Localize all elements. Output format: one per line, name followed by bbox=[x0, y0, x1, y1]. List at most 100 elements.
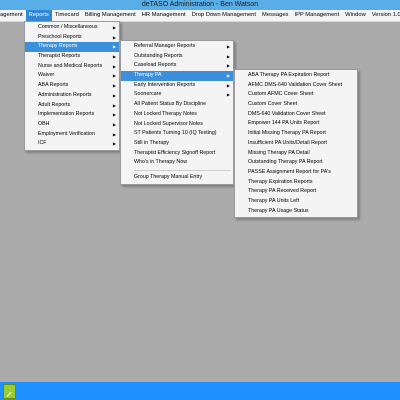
menu-item-not-locked-supervisor-notes[interactable]: Not Locked Supervisor Notes bbox=[121, 120, 233, 130]
chevron-right-icon: ▶ bbox=[226, 44, 230, 49]
menu-item-passe-assignment[interactable]: PASSE Assignment Report for PA's bbox=[235, 168, 357, 178]
menu-item-label: Therapy Expiration Reports bbox=[248, 178, 313, 185]
chevron-right-icon: ▶ bbox=[112, 83, 116, 89]
menu-item-label: Not Locked Supervisor Notes bbox=[134, 120, 203, 127]
menu-item-label: Therapist Reports bbox=[38, 53, 81, 60]
menu-item-pa-received[interactable]: Therapy PA Received Report bbox=[235, 187, 357, 197]
menu-reports[interactable]: Reports bbox=[25, 10, 52, 21]
menu-item-caseload-reports[interactable]: Caseload Reports ▶ bbox=[121, 61, 233, 71]
menu-item-label: Outstanding Reports bbox=[134, 52, 183, 59]
menu-item-label: Therapist Efficiency Signoff Report bbox=[134, 149, 216, 156]
menu-item-therapy-expiration[interactable]: Therapy Expiration Reports bbox=[235, 178, 357, 188]
menu-item-label: Custom AFMC Cover Sheet bbox=[248, 91, 314, 98]
menu-item-soonercare[interactable]: Soonercare ▶ bbox=[121, 90, 233, 100]
menu-item-label: Implementation Reports bbox=[38, 111, 95, 118]
chevron-right-icon: ▶ bbox=[112, 25, 116, 30]
menu-item-still-in-therapy[interactable]: Still in Therapy bbox=[121, 139, 233, 149]
menu-item-pa-usage-status[interactable]: Therapy PA Usage Status bbox=[235, 207, 357, 217]
chevron-right-icon: ▶ bbox=[112, 131, 116, 137]
menu-item-label: All Patient Status By Discipline bbox=[134, 101, 207, 108]
menu-item-implementation-reports[interactable]: Implementation Reports ▶ bbox=[25, 110, 119, 120]
menu-item-label: ST Patients Turning 10 (IQ Testing) bbox=[134, 130, 217, 137]
menu-item-label: Not Locked Therapy Notes bbox=[134, 110, 197, 117]
menu-item-label: Common / Miscellaneous bbox=[38, 24, 98, 30]
menu-separator bbox=[134, 169, 231, 171]
menu-item-afmc-dms640-cover[interactable]: AFMC DMS-640 Validation Cover Sheet bbox=[235, 81, 357, 91]
menu-item-label: Therapy PA bbox=[134, 72, 162, 79]
chevron-right-icon: ▶ bbox=[226, 73, 230, 79]
menu-window[interactable]: Window bbox=[342, 10, 369, 21]
menu-item-therapist-efficiency-signoff[interactable]: Therapist Efficiency Signoff Report bbox=[121, 149, 233, 159]
menu-item-label: AFMC DMS-640 Validation Cover Sheet bbox=[248, 81, 343, 88]
menu-item-all-patient-status[interactable]: All Patient Status By Discipline bbox=[121, 100, 233, 110]
menu-item-label: Therapy Reports bbox=[38, 43, 78, 50]
chevron-right-icon: ▶ bbox=[112, 63, 116, 69]
menu-billing-management[interactable]: Billing Management bbox=[82, 10, 139, 21]
menu-item-label: Custom Cover Sheet bbox=[248, 101, 298, 108]
menu-item-insufficient-pa-units[interactable]: Insufficient PA Units/Detail Report bbox=[235, 139, 357, 149]
menu-item-label: DMS-640 Validation Cover Sheet bbox=[248, 110, 326, 117]
menu-item-whos-in-therapy-now[interactable]: Who's in Therapy Now bbox=[121, 158, 233, 168]
menu-item-dms640-cover[interactable]: DMS-640 Validation Cover Sheet bbox=[235, 110, 357, 120]
chevron-right-icon: ▶ bbox=[112, 34, 116, 40]
menu-item-label: Administration Reports bbox=[38, 91, 92, 98]
menu-item-early-intervention-reports[interactable]: Early Intervention Reports ▶ bbox=[121, 81, 233, 91]
menu-item-employment-verification[interactable]: Employment Verification ▶ bbox=[25, 130, 119, 140]
menu-item-st-patients-turning-10[interactable]: ST Patients Turning 10 (IQ Testing) bbox=[121, 129, 233, 139]
menu-item-label: Preschool Reports bbox=[38, 33, 82, 40]
chevron-right-icon: ▶ bbox=[112, 73, 116, 79]
menu-item-group-therapy-manual-entry[interactable]: Group Therapy Manual Entry bbox=[121, 173, 233, 183]
menu-item-label: Therapy PA Units Left bbox=[248, 197, 300, 204]
chevron-right-icon: ▶ bbox=[226, 92, 230, 98]
menu-item-label: Missing Therapy PA Detail bbox=[248, 149, 310, 156]
menu-item-icf[interactable]: ICF ▶ bbox=[25, 139, 119, 149]
menu-item-not-locked-therapy-notes[interactable]: Not Locked Therapy Notes bbox=[121, 110, 233, 120]
menu-timecard[interactable]: Timecard bbox=[52, 10, 82, 21]
menu-item-aba-reports[interactable]: ABA Reports ▶ bbox=[25, 81, 119, 91]
menu-item-label: Nurse and Medical Reports bbox=[38, 62, 103, 69]
menu-item-label: Employment Verification bbox=[38, 130, 95, 137]
menu-item-adult-reports[interactable]: Adult Reports ▶ bbox=[25, 101, 119, 111]
menu-item-custom-afmc-cover[interactable]: Custom AFMC Cover Sheet bbox=[235, 90, 357, 100]
chevron-right-icon: ▶ bbox=[112, 121, 116, 127]
chevron-right-icon: ▶ bbox=[112, 141, 116, 147]
menu-item-empower-144[interactable]: Empower 144 PA Units Report bbox=[235, 119, 357, 129]
menu-item-label: Waiver bbox=[38, 72, 55, 79]
menu-item-nurse-medical-reports[interactable]: Nurse and Medical Reports ▶ bbox=[25, 62, 119, 72]
menu-item-initial-missing-pa[interactable]: Initial Missing Therapy PA Report bbox=[235, 129, 357, 139]
therapy-reports-submenu: Referral Manager Reports ▶ Outstanding Re… bbox=[120, 40, 234, 185]
menu-item-common-misc[interactable]: Common / Miscellaneous ▶ bbox=[25, 23, 119, 33]
menu-item-referral-manager-reports[interactable]: Referral Manager Reports ▶ bbox=[121, 42, 233, 52]
menu-drop-down-management[interactable]: Drop Down Management bbox=[189, 10, 259, 21]
menu-management[interactable]: agement bbox=[0, 10, 26, 21]
menu-item-outstanding-pa[interactable]: Outstanding Therapy PA Report bbox=[235, 158, 357, 168]
menu-item-pa-units-left[interactable]: Therapy PA Units Left bbox=[235, 197, 357, 207]
menu-ipp-management[interactable]: IPP Management bbox=[291, 10, 342, 21]
menu-item-label: Initial Missing Therapy PA Report bbox=[248, 130, 326, 137]
menu-item-label: Group Therapy Manual Entry bbox=[134, 173, 203, 180]
menu-item-label: Caseload Reports bbox=[134, 62, 177, 69]
menu-item-outstanding-reports[interactable]: Outstanding Reports ▶ bbox=[121, 52, 233, 62]
menu-item-therapy-reports[interactable]: Therapy Reports ▶ bbox=[25, 42, 119, 53]
menu-item-administration-reports[interactable]: Administration Reports ▶ bbox=[25, 91, 119, 101]
chevron-right-icon: ▶ bbox=[112, 54, 116, 60]
app-status-icon[interactable] bbox=[3, 384, 16, 399]
chevron-right-icon: ▶ bbox=[112, 92, 116, 98]
therapy-pa-submenu: ABA Therapy PA Expiration Report AFMC DM… bbox=[234, 69, 358, 219]
menu-messages[interactable]: Messages bbox=[259, 10, 291, 21]
menu-item-label: ABA Therapy PA Expiration Report bbox=[248, 72, 330, 78]
menu-item-therapist-reports[interactable]: Therapist Reports ▶ bbox=[25, 52, 119, 62]
menu-item-aba-pa-expiration[interactable]: ABA Therapy PA Expiration Report bbox=[235, 71, 357, 81]
menu-item-obh[interactable]: OBH ▶ bbox=[25, 120, 119, 130]
menu-item-preschool-reports[interactable]: Preschool Reports ▶ bbox=[25, 33, 119, 43]
menu-item-missing-pa-detail[interactable]: Missing Therapy PA Detail bbox=[235, 149, 357, 159]
menu-item-label: Therapy PA Received Report bbox=[248, 188, 317, 195]
chevron-right-icon: ▶ bbox=[112, 112, 116, 118]
menu-hr-management[interactable]: HR Management bbox=[139, 10, 189, 21]
menu-item-custom-cover-sheet[interactable]: Custom Cover Sheet bbox=[235, 100, 357, 110]
menu-item-label: PASSE Assignment Report for PA's bbox=[248, 168, 331, 175]
menu-item-label: Who's in Therapy Now bbox=[134, 159, 188, 166]
menu-item-waiver[interactable]: Waiver ▶ bbox=[25, 71, 119, 81]
chevron-right-icon: ▶ bbox=[226, 82, 230, 88]
menu-item-therapy-pa[interactable]: Therapy PA ▶ bbox=[121, 71, 233, 81]
